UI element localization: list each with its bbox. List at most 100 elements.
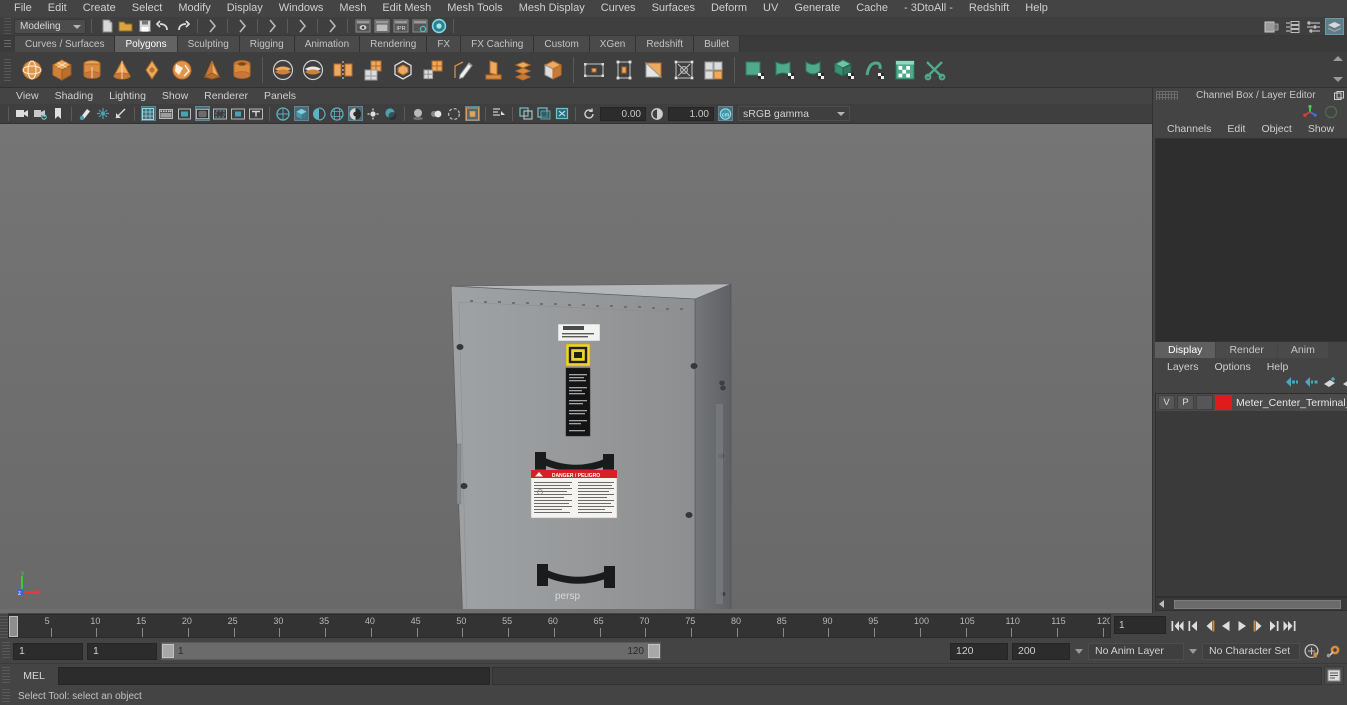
- shelf-tab-fx-caching[interactable]: FX Caching: [461, 36, 535, 52]
- layer-color-swatch[interactable]: [1215, 395, 1232, 410]
- viewport-menu-shading[interactable]: Shading: [47, 90, 102, 102]
- step-back-key-icon[interactable]: [1202, 616, 1217, 636]
- layer-menu-layers[interactable]: Layers: [1159, 361, 1207, 373]
- ipr-render-icon[interactable]: IPR: [392, 18, 409, 34]
- menu-3dtoall[interactable]: - 3DtoAll -: [896, 0, 961, 17]
- layer-menu-options[interactable]: Options: [1207, 361, 1259, 373]
- menu-edit[interactable]: Edit: [40, 0, 75, 17]
- channel-box-menu-edit[interactable]: Edit: [1219, 123, 1253, 135]
- playback-end-time-field[interactable]: 120: [950, 642, 1008, 660]
- shelf-tab-rigging[interactable]: Rigging: [239, 36, 295, 52]
- shelf-tab-custom[interactable]: Custom: [534, 36, 590, 52]
- viewport-3d-scene[interactable]: DANGER / PELIGRO y x z: [0, 124, 1152, 609]
- poly-sphere-icon[interactable]: [18, 55, 47, 85]
- channel-box-menu-channels[interactable]: Channels: [1159, 123, 1219, 135]
- grid-display-icon[interactable]: [519, 106, 534, 121]
- shelf-tab-polygons[interactable]: Polygons: [115, 36, 178, 52]
- character-set-chevron-icon[interactable]: [1189, 648, 1197, 654]
- symmetry-icon[interactable]: [580, 55, 609, 85]
- redo-icon[interactable]: [174, 18, 191, 34]
- menu-deform[interactable]: Deform: [703, 0, 755, 17]
- layer-playback-toggle[interactable]: P: [1177, 395, 1194, 410]
- range-start-handle[interactable]: [162, 644, 174, 658]
- command-input-field[interactable]: [58, 666, 490, 685]
- snap-grid-icon[interactable]: [294, 18, 311, 34]
- poly-torus-icon[interactable]: [138, 55, 167, 85]
- uv-editor-icon[interactable]: [891, 55, 920, 85]
- menu-edit-mesh[interactable]: Edit Mesh: [374, 0, 439, 17]
- step-back-frame-icon[interactable]: [1186, 616, 1201, 636]
- exposure-field[interactable]: 0.00: [600, 106, 646, 121]
- textured-icon[interactable]: [347, 106, 363, 121]
- hypershade-icon[interactable]: [430, 18, 447, 34]
- undo-icon[interactable]: [155, 18, 172, 34]
- isolate-select-icon[interactable]: [492, 106, 507, 121]
- play-forwards-icon[interactable]: [1234, 616, 1249, 636]
- safe-action-icon[interactable]: [213, 106, 228, 121]
- shelf-tab-sculpting[interactable]: Sculpting: [177, 36, 240, 52]
- playback-start-time-field[interactable]: 1: [87, 642, 157, 660]
- animation-preferences-icon[interactable]: [1322, 641, 1344, 661]
- go-to-end-icon[interactable]: [1282, 616, 1297, 636]
- range-slider-bar[interactable]: 1 120: [161, 642, 661, 660]
- use-all-lights-icon[interactable]: [366, 106, 381, 121]
- boolean-difference-icon[interactable]: [299, 55, 328, 85]
- shelf-tab-fx[interactable]: FX: [427, 36, 462, 52]
- snap-curve-icon[interactable]: [324, 18, 341, 34]
- uv-spherical-icon[interactable]: [801, 55, 830, 85]
- command-line-gripper[interactable]: [2, 666, 10, 685]
- mirror-geometry-icon[interactable]: [329, 55, 358, 85]
- shelf-tab-xgen[interactable]: XGen: [589, 36, 637, 52]
- channel-box-attribute-list[interactable]: [1155, 138, 1347, 342]
- safe-title-icon[interactable]: [231, 106, 246, 121]
- display-layer-list[interactable]: V P Meter_Center_Terminal_B: [1155, 393, 1347, 597]
- sculpt-target-icon[interactable]: [670, 55, 699, 85]
- play-backwards-icon[interactable]: [1218, 616, 1233, 636]
- go-to-start-icon[interactable]: [1170, 616, 1185, 636]
- select-by-component-icon[interactable]: [264, 18, 281, 34]
- save-scene-icon[interactable]: [136, 18, 153, 34]
- channel-box-menu-object[interactable]: Object: [1253, 123, 1299, 135]
- boolean-union-icon[interactable]: [269, 55, 298, 85]
- menu-display[interactable]: Display: [219, 0, 271, 17]
- viewport-menu-renderer[interactable]: Renderer: [196, 90, 256, 102]
- range-slider-gripper[interactable]: [2, 642, 10, 660]
- exposure-reset-icon[interactable]: [582, 106, 597, 121]
- menu-uv[interactable]: UV: [755, 0, 786, 17]
- current-time-indicator[interactable]: [9, 616, 18, 637]
- animation-end-time-field[interactable]: 200: [1012, 642, 1070, 660]
- channel-box-icon[interactable]: [1325, 18, 1344, 35]
- grease-pencil-icon[interactable]: [78, 106, 93, 121]
- poly-pipe-icon[interactable]: [228, 55, 257, 85]
- viewport-menu-lighting[interactable]: Lighting: [101, 90, 154, 102]
- new-layer-from-selected-icon[interactable]: [1342, 376, 1347, 391]
- shelf-tab-animation[interactable]: Animation: [294, 36, 361, 52]
- menu-generate[interactable]: Generate: [786, 0, 848, 17]
- open-scene-icon[interactable]: [117, 18, 134, 34]
- poly-plane-icon[interactable]: [168, 55, 197, 85]
- move-layer-up-icon[interactable]: [1285, 376, 1299, 391]
- poly-cube-icon[interactable]: [48, 55, 77, 85]
- poly-merge-icon[interactable]: [539, 55, 568, 85]
- menu-redshift[interactable]: Redshift: [961, 0, 1017, 17]
- animation-start-time-field[interactable]: 1: [13, 642, 83, 660]
- shaded-wireframe-icon[interactable]: [330, 106, 345, 121]
- shelf-tab-bullet[interactable]: Bullet: [694, 36, 741, 52]
- move-layer-down-icon[interactable]: [1304, 376, 1318, 391]
- menu-modify[interactable]: Modify: [170, 0, 218, 17]
- uv-cylindrical-icon[interactable]: [771, 55, 800, 85]
- uv-unfold-icon[interactable]: [861, 55, 890, 85]
- character-set-selector[interactable]: No Character Set: [1202, 642, 1300, 660]
- panel-gripper[interactable]: [1156, 91, 1178, 100]
- gate-mask-icon[interactable]: [194, 106, 210, 121]
- menu-set-selector[interactable]: Modeling: [14, 18, 86, 34]
- step-forward-frame-icon[interactable]: [1266, 616, 1281, 636]
- xray-active-icon[interactable]: [555, 106, 570, 121]
- select-by-object-icon[interactable]: [234, 18, 251, 34]
- poly-cone-icon[interactable]: [108, 55, 137, 85]
- scroll-left-icon[interactable]: [1159, 600, 1164, 608]
- perspective-viewport[interactable]: DANGER / PELIGRO y x z persp: [0, 124, 1152, 613]
- color-space-dropdown[interactable]: sRGB gamma: [738, 106, 850, 121]
- channel-box-menu-show[interactable]: Show: [1300, 123, 1342, 135]
- step-forward-key-icon[interactable]: [1250, 616, 1265, 636]
